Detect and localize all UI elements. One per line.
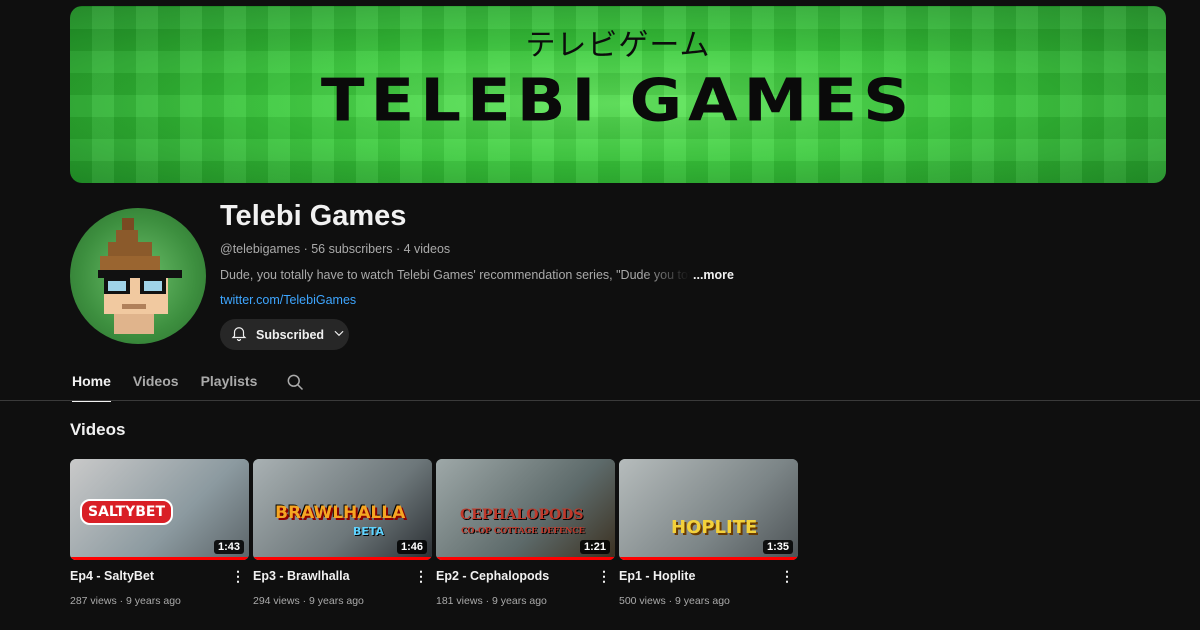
channel-name: Telebi Games (220, 200, 407, 232)
video-title[interactable]: Ep4 - SaltyBet (70, 569, 154, 583)
subscribed-button[interactable]: Subscribed (220, 319, 349, 350)
avatar-pixel-art (98, 218, 182, 334)
video-logo: BRAWLHALLA (275, 503, 406, 523)
subscribed-label: Subscribed (256, 327, 325, 342)
video-title[interactable]: Ep3 - Brawlhalla (253, 569, 350, 583)
chevron-down-icon (332, 326, 346, 343)
channel-twitter-link[interactable]: twitter.com/TelebiGames (220, 293, 356, 307)
tab-videos[interactable]: Videos (133, 372, 179, 400)
video-logo: CEPHALOPODS (460, 507, 584, 523)
video-logo-sub: BETA (353, 525, 385, 538)
video-logo: HOPLITE (671, 517, 758, 538)
description-text: Dude, you totally have to watch Telebi G… (220, 268, 690, 282)
video-duration: 1:43 (213, 540, 244, 554)
more-vert-icon[interactable]: ⋮ (597, 569, 611, 583)
video-card[interactable]: CEPHALOPODS CO-OP COTTAGE DEFENCE 1:21 E… (436, 459, 615, 607)
video-thumbnail[interactable]: SALTYBET 1:43 (70, 459, 249, 560)
more-vert-icon[interactable]: ⋮ (780, 569, 794, 583)
video-duration: 1:46 (396, 540, 427, 554)
bell-icon (230, 324, 248, 345)
section-title: Videos (70, 420, 126, 439)
tab-playlists[interactable]: Playlists (201, 372, 258, 400)
video-meta: 294 views · 9 years ago (253, 595, 364, 607)
video-thumbnail[interactable]: BRAWLHALLA BETA 1:46 (253, 459, 432, 560)
video-meta: 287 views · 9 years ago (70, 595, 181, 607)
progress-bar (436, 557, 615, 560)
video-logo-sub: CO-OP COTTAGE DEFENCE (461, 525, 585, 535)
channel-page: テレビゲーム TELEBI GAMES Telebi Games @telebi… (0, 0, 1200, 630)
video-title[interactable]: Ep1 - Hoplite (619, 569, 695, 583)
channel-banner: テレビゲーム TELEBI GAMES (70, 6, 1166, 183)
video-logo: SALTYBET (80, 499, 173, 525)
tabs-divider (0, 400, 1200, 401)
video-duration: 1:35 (762, 540, 793, 554)
video-title[interactable]: Ep2 - Cephalopods (436, 569, 549, 583)
video-thumbnail[interactable]: CEPHALOPODS CO-OP COTTAGE DEFENCE 1:21 (436, 459, 615, 560)
video-duration: 1:21 (579, 540, 610, 554)
video-card[interactable]: SALTYBET 1:43 Ep4 - SaltyBet ⋮ 287 views… (70, 459, 249, 607)
channel-meta: @telebigames · 56 subscribers · 4 videos (220, 242, 451, 256)
video-card[interactable]: HOPLITE 1:35 Ep1 - Hoplite ⋮ 500 views ·… (619, 459, 798, 607)
banner-title: TELEBI GAMES (320, 66, 916, 136)
banner-subtitle: テレビゲーム (525, 28, 711, 63)
video-meta: 181 views · 9 years ago (436, 595, 547, 607)
tab-home[interactable]: Home (72, 372, 111, 402)
search-icon[interactable] (285, 372, 305, 400)
video-card[interactable]: BRAWLHALLA BETA 1:46 Ep3 - Brawlhalla ⋮ … (253, 459, 432, 607)
channel-description[interactable]: Dude, you totally have to watch Telebi G… (220, 268, 734, 282)
channel-avatar[interactable] (70, 208, 206, 344)
more-vert-icon[interactable]: ⋮ (414, 569, 428, 583)
video-thumbnail[interactable]: HOPLITE 1:35 (619, 459, 798, 560)
channel-tabs: Home Videos Playlists (72, 372, 305, 402)
progress-bar (619, 557, 798, 560)
video-meta: 500 views · 9 years ago (619, 595, 730, 607)
video-grid: SALTYBET 1:43 Ep4 - SaltyBet ⋮ 287 views… (70, 459, 798, 607)
more-vert-icon[interactable]: ⋮ (231, 569, 245, 583)
more-link[interactable]: ...more (693, 268, 734, 282)
progress-bar (70, 557, 249, 560)
progress-bar (253, 557, 432, 560)
